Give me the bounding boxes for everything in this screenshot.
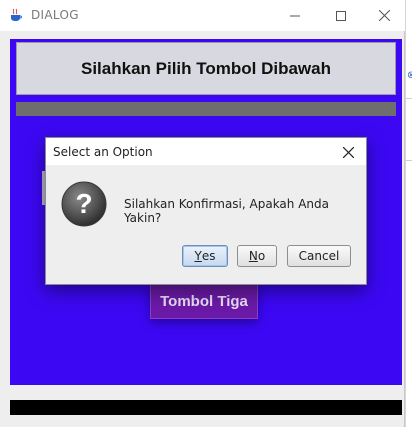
heading-box: Silahkan Pilih Tombol Dibawah	[16, 42, 396, 95]
no-label: o	[257, 249, 266, 263]
yes-mnemonic: Y	[194, 249, 202, 263]
background-window: ⊗	[405, 0, 412, 427]
tombol-tiga-button[interactable]: Tombol Tiga	[150, 284, 258, 319]
window-titlebar[interactable]: DIALOG	[0, 0, 405, 31]
minimize-button[interactable]	[272, 0, 318, 31]
close-button[interactable]	[361, 0, 407, 31]
yes-button[interactable]: Yes	[182, 245, 228, 267]
maximize-button[interactable]	[318, 0, 364, 31]
java-cup-icon	[11, 8, 22, 21]
bottom-bar	[10, 400, 402, 415]
no-mnemonic: N	[248, 249, 258, 263]
dialog-title: Select an Option	[53, 145, 153, 159]
window-title: DIALOG	[31, 8, 79, 22]
close-icon	[342, 146, 354, 158]
question-icon: ?	[61, 181, 107, 227]
background-divider	[406, 160, 412, 161]
dialog-titlebar[interactable]: Select an Option	[46, 138, 366, 165]
dialog-message: Silahkan Konfirmasi, Apakah Anda Yakin?	[124, 197, 329, 225]
separator-bar	[16, 102, 396, 116]
minimize-icon	[290, 15, 300, 16]
page-title: Silahkan Pilih Tombol Dibawah	[81, 58, 331, 78]
dialog-close-button[interactable]	[336, 141, 360, 163]
confirm-dialog: Select an Option ? Silahkan Konfirmasi, …	[45, 137, 367, 285]
maximize-icon	[336, 10, 346, 21]
cancel-button[interactable]: Cancel	[287, 245, 351, 267]
close-icon	[378, 10, 390, 21]
yes-label: es	[201, 249, 216, 263]
no-button[interactable]: No	[237, 245, 277, 267]
svg-text:?: ?	[75, 188, 92, 219]
background-icon: ⊗	[407, 70, 412, 81]
background-divider	[406, 98, 412, 99]
